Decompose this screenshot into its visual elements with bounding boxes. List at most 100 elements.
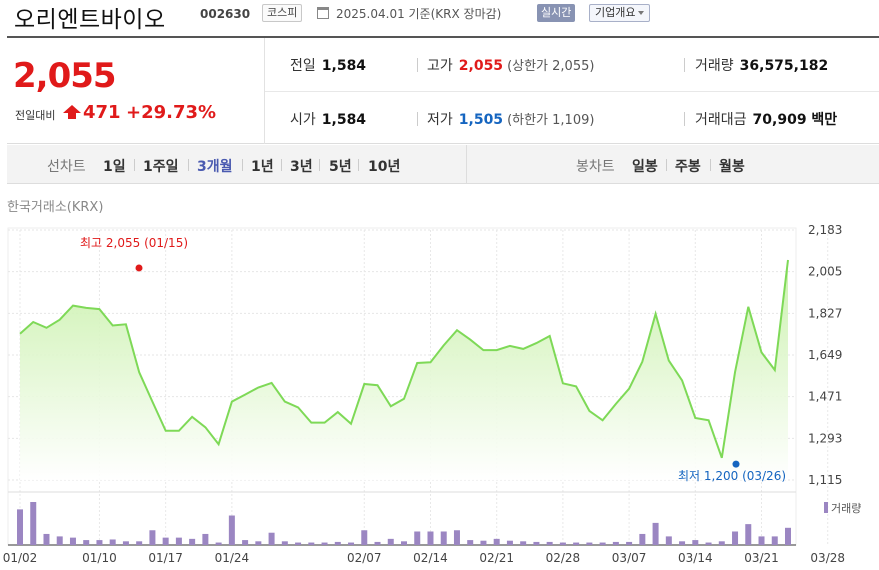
x-tick-label: 02/14 (413, 551, 448, 565)
day-low: 저가 1,505 (하한가 1,109) (427, 109, 594, 129)
volume-bar (242, 540, 249, 545)
x-tick-label: 02/07 (347, 551, 382, 565)
tab-1d[interactable]: 1일 (103, 156, 126, 176)
line-chart-label: 선차트 (47, 159, 86, 175)
low-marker (732, 460, 740, 468)
x-tick-label: 03/21 (744, 551, 779, 565)
current-price: 2,055 (13, 56, 117, 96)
volume-bar (109, 539, 116, 545)
arrow-up-icon (63, 105, 81, 119)
lower-limit: (하한가 1,109) (507, 113, 595, 128)
tab-daily[interactable]: 일봉 (632, 156, 658, 176)
volume-bar (467, 540, 474, 545)
low-label: 저가 (427, 112, 453, 128)
prev-close: 전일 1,584 (290, 55, 366, 75)
volume-bar (427, 531, 434, 545)
volume-bar (321, 542, 328, 545)
amount-value: 70,909 백만 (752, 112, 838, 128)
divider (417, 112, 418, 126)
volume-bar (268, 532, 275, 545)
divider (281, 159, 282, 171)
tab-weekly[interactable]: 주봉 (675, 156, 701, 176)
tab-3m[interactable]: 3개월 (197, 156, 233, 176)
prev-close-label: 전일 (290, 58, 316, 74)
volume-bar (69, 537, 76, 545)
upper-limit: (상한가 2,055) (507, 59, 595, 74)
divider (358, 159, 359, 171)
volume-bar (401, 541, 407, 545)
volume-bar (308, 542, 315, 545)
high-label: 고가 (427, 58, 453, 74)
stock-code: 002630 (200, 7, 251, 21)
change-percent: +29.73% (126, 102, 217, 123)
change-label: 전일대비 (15, 109, 56, 122)
chevron-down-icon (638, 11, 645, 15)
y-tick-label: 1,293 (808, 431, 842, 445)
volume-bar (281, 541, 288, 545)
divider (319, 159, 320, 171)
divider (710, 159, 711, 171)
volume-bar (573, 542, 580, 545)
volume-bar (520, 541, 527, 545)
tab-monthly[interactable]: 월봉 (719, 156, 745, 176)
low-value: 1,505 (458, 112, 504, 128)
volume-bar (162, 537, 169, 545)
volume-bar (348, 542, 355, 545)
tab-3y[interactable]: 3년 (290, 156, 313, 176)
tab-10y[interactable]: 10년 (368, 156, 400, 176)
volume-bar (374, 541, 381, 545)
volume-bar (480, 540, 487, 545)
divider (666, 159, 667, 171)
volume-bar (453, 530, 460, 545)
y-tick-label: 2,183 (808, 223, 842, 237)
volume-bar (440, 531, 447, 545)
volume-bar (228, 515, 235, 545)
high-marker (135, 264, 143, 272)
realtime-button[interactable]: 실시간 (537, 4, 576, 22)
x-tick-label: 02/21 (479, 551, 514, 565)
overview-label: 기업개요 (595, 6, 636, 19)
volume-bar (202, 533, 209, 545)
tab-1y[interactable]: 1년 (251, 156, 274, 176)
x-tick-label: 03/28 (810, 551, 845, 565)
change-value: 471 (83, 102, 121, 123)
amount-label: 거래대금 (695, 112, 747, 128)
volume-bar (533, 541, 540, 545)
volume-bar (83, 540, 90, 545)
tab-5y[interactable]: 5년 (329, 156, 352, 176)
calendar-icon (317, 7, 329, 19)
x-tick-label: 01/02 (3, 551, 38, 565)
quote-panel: 2,055 전일대비 471 +29.73% 전일 1,584 고가 2,055 (상… (7, 36, 879, 144)
volume-legend-swatch (824, 502, 828, 513)
volume-bar (43, 533, 50, 545)
volume-label: 거래량 (695, 58, 734, 74)
base-date: 2025.04.01 기준(KRX 장마감) (336, 7, 502, 21)
volume-bar (334, 541, 341, 545)
volume-bar (626, 541, 633, 545)
divider (188, 159, 189, 171)
x-tick-label: 01/10 (82, 551, 117, 565)
volume-bar (122, 541, 129, 545)
volume-bar (612, 541, 619, 545)
volume-bar (295, 542, 302, 545)
trade-amount: 거래대금 70,909 백만 (695, 109, 837, 129)
high-value: 2,055 (458, 58, 504, 74)
x-tick-label: 01/24 (215, 551, 250, 565)
company-name: 오리엔트바이오 (14, 7, 166, 33)
open-value: 1,584 (321, 112, 367, 128)
volume-bar (414, 531, 421, 545)
volume-bar (652, 522, 659, 545)
low-annotation: 최저 1,200 (03/26) (678, 469, 786, 483)
y-tick-label: 1,827 (808, 306, 842, 320)
x-tick-label: 02/28 (546, 551, 581, 565)
volume-bar (255, 541, 262, 545)
volume-bar (745, 524, 752, 545)
volume-bar (189, 538, 196, 545)
y-tick-label: 1,471 (808, 390, 842, 404)
company-overview-dropdown[interactable]: 기업개요 (589, 4, 651, 22)
volume-legend-label: 거래량 (831, 502, 861, 515)
volume-bar (785, 527, 791, 545)
volume-bar (175, 537, 182, 545)
tab-1w[interactable]: 1주일 (143, 156, 179, 176)
volume-bar (387, 538, 394, 545)
